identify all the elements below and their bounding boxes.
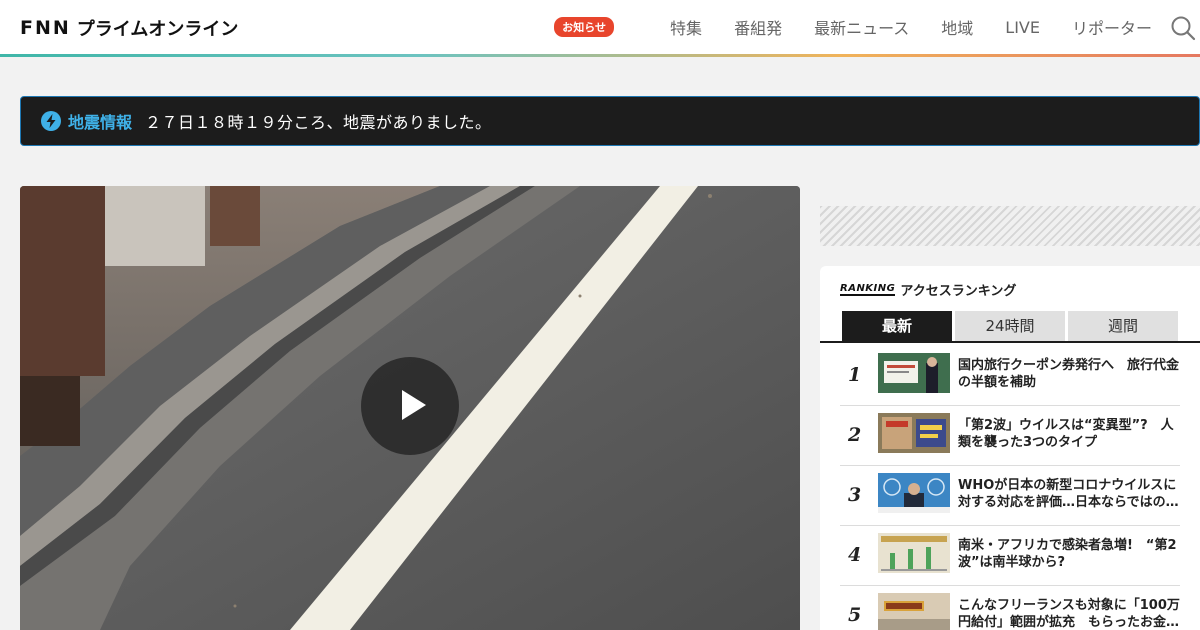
earthquake-alert-bar[interactable]: 地震情報 ２７日１８時１９分ころ、地震がありました。: [20, 96, 1200, 146]
rank-number: 2: [848, 424, 862, 446]
ranking-item[interactable]: 3 WHOが日本の新型コロナウイルスに対する対応を評価…日本ならではの…: [840, 466, 1180, 526]
ranking-title-text: 国内旅行クーポン券発行へ 旅行代金の半額を補助: [958, 358, 1180, 390]
ranking-item[interactable]: 5 こんなフリーランスも対象に「100万円給付」範囲が拡充 もらったお金…: [840, 586, 1180, 630]
ranking-item[interactable]: 1 国内旅行クーポン券発行へ 旅行代金の半額を補助: [840, 346, 1180, 406]
ranking-thumbnail: [878, 593, 950, 630]
lightning-icon: [41, 111, 61, 131]
ranking-item[interactable]: 4 南米・アフリカで感染者急増! “第2波”は南半球から?: [840, 526, 1180, 586]
rank-number: 1: [848, 364, 862, 386]
search-icon[interactable]: [1170, 15, 1196, 41]
ranking-title: アクセスランキング: [900, 284, 1017, 299]
site-logo[interactable]: FNN プライムオンライン: [20, 17, 239, 40]
nav-item-live[interactable]: LIVE: [1005, 18, 1040, 37]
nav-item-programs[interactable]: 番組発: [734, 15, 782, 39]
ranking-thumbnail: [878, 473, 950, 513]
ranking-item[interactable]: 2 「第2波」ウイルスは“変異型”? 人類を襲った3つのタイプ: [840, 406, 1180, 466]
main-nav: お知らせ 特集 番組発 最新ニュース 地域 LIVE リポーター: [554, 0, 1152, 54]
ranking-title-text: 南米・アフリカで感染者急増! “第2波”は南半球から?: [958, 538, 1177, 570]
ranking-thumbnail: [878, 413, 950, 453]
ranking-thumbnail: [878, 533, 950, 573]
ranking-header: RANKING アクセスランキング: [840, 280, 1016, 299]
tab-latest[interactable]: 最新: [842, 311, 952, 341]
rank-number: 3: [848, 484, 862, 506]
rank-number: 5: [848, 604, 862, 626]
access-ranking-panel: RANKING アクセスランキング 最新 24時間 週間 1 国内旅行クーポン券…: [820, 266, 1200, 630]
ranking-title-text: WHOが日本の新型コロナウイルスに対する対応を評価…日本ならではの…: [958, 478, 1179, 510]
logo-text: プライムオンライン: [76, 19, 239, 40]
ranking-title-text: こんなフリーランスも対象に「100万円給付」範囲が拡充 もらったお金…: [958, 598, 1180, 630]
play-icon: [402, 390, 426, 420]
play-button[interactable]: [361, 357, 459, 455]
alert-text: ２７日１８時１９分ころ、地震がありました。: [145, 113, 492, 132]
ranking-tabs: 最新 24時間 週間: [820, 311, 1200, 343]
logo-letters: FNN: [20, 17, 71, 39]
tab-weekly[interactable]: 週間: [1068, 311, 1178, 341]
site-header: FNN プライムオンライン お知らせ 特集 番組発 最新ニュース 地域 LIVE…: [0, 0, 1200, 54]
alert-label: 地震情報: [68, 113, 133, 132]
ranking-title-text: 「第2波」ウイルスは“変異型”? 人類を襲った3つのタイプ: [958, 418, 1174, 450]
ad-placeholder: [820, 206, 1200, 246]
nav-item-features[interactable]: 特集: [670, 15, 702, 39]
ranking-label-en: RANKING: [840, 283, 896, 296]
rank-number: 4: [848, 544, 862, 566]
nav-item-region[interactable]: 地域: [941, 15, 973, 39]
nav-item-latest-news[interactable]: 最新ニュース: [814, 15, 909, 39]
nav-item-reporter[interactable]: リポーター: [1072, 15, 1152, 39]
main-video-player[interactable]: [20, 186, 800, 630]
ranking-list: 1 国内旅行クーポン券発行へ 旅行代金の半額を補助 2 「第2波」ウイルスは“変…: [840, 346, 1180, 630]
notice-badge[interactable]: お知らせ: [554, 17, 615, 37]
tab-24-hours[interactable]: 24時間: [955, 311, 1065, 341]
ranking-thumbnail: [878, 353, 950, 393]
header-color-stripe: [0, 54, 1200, 57]
